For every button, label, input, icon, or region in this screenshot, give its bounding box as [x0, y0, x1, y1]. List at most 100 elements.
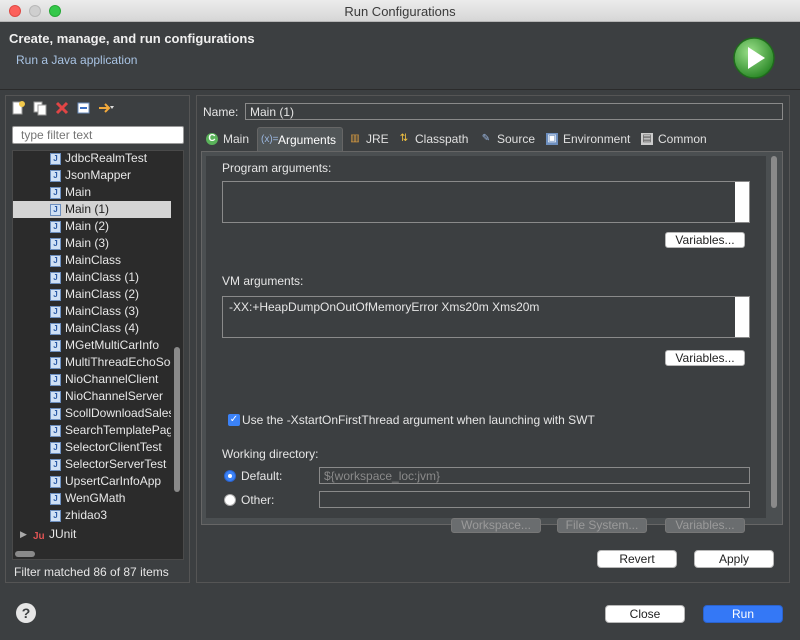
tree-scroll-thumb[interactable]: [174, 347, 180, 492]
tree-item[interactable]: J UpsertCarInfoApp: [13, 473, 171, 490]
configuration-list-panel: JJdbcRealmTestJJsonMapperJMainJMain (1)J…: [5, 95, 190, 583]
new-config-icon[interactable]: [10, 100, 26, 116]
name-input[interactable]: [245, 103, 783, 120]
other-label: Other:: [241, 493, 275, 507]
java-app-icon: J: [50, 510, 61, 522]
revert-button[interactable]: Revert: [597, 550, 677, 568]
other-directory-field[interactable]: [319, 491, 750, 508]
tab-label: Arguments: [278, 133, 337, 147]
vm-arguments-value: -XX:+HeapDumpOnOutOfMemoryError Xms20m X…: [229, 300, 540, 314]
tree-item[interactable]: J WenGMath: [13, 490, 171, 507]
close-button[interactable]: Close: [605, 605, 685, 623]
java-app-icon: J: [50, 323, 61, 335]
file-system-button[interactable]: File System...: [557, 518, 647, 533]
tab-source[interactable]: ✎ Source: [477, 127, 539, 151]
java-app-icon: J: [50, 374, 61, 386]
java-app-icon: J: [50, 238, 61, 250]
textarea-scrollbar[interactable]: [735, 297, 749, 337]
java-app-icon: J: [50, 340, 61, 352]
jre-icon: ▥: [350, 133, 360, 144]
environment-icon: ▣: [546, 133, 558, 145]
tree-item[interactable]: J MainClass (4): [13, 320, 171, 337]
tree-item[interactable]: J Main: [13, 184, 171, 201]
java-app-icon: J: [50, 425, 61, 437]
java-app-icon: J: [50, 289, 61, 301]
tree-item-label: UpsertCarInfoApp: [65, 474, 162, 488]
expand-arrow-icon[interactable]: ▶: [20, 526, 27, 543]
tree-vertical-scrollbar[interactable]: [172, 152, 182, 557]
collapse-all-icon[interactable]: [76, 100, 92, 116]
tree-item[interactable]: J Main (2): [13, 218, 171, 235]
tree-item[interactable]: J SelectorServerTest: [13, 456, 171, 473]
java-app-icon: J: [50, 187, 61, 199]
swt-checkbox-label: Use the -XstartOnFirstThread argument wh…: [242, 413, 595, 427]
tab-common[interactable]: ▤ Common: [638, 127, 710, 151]
tree-item[interactable]: J MainClass: [13, 252, 171, 269]
tab-arguments[interactable]: (x)= Arguments: [257, 127, 343, 151]
header-title: Create, manage, and run configurations: [9, 31, 255, 46]
filter-dropdown-icon[interactable]: [98, 100, 114, 116]
vm-variables-button[interactable]: Variables...: [665, 350, 745, 366]
configuration-editor-panel: Name: C Main (x)= Arguments ▥ JRE ⇅ Clas…: [196, 95, 790, 583]
tree-item-label: Main (1): [65, 202, 110, 216]
tree-item-label: JUnit: [49, 527, 77, 541]
java-app-icon: J: [50, 306, 61, 318]
tree-horizontal-scrollbar[interactable]: [15, 551, 35, 557]
configuration-tree-items: J JdbcRealmTest J JsonMapper J Main J Main (1) J…: [13, 151, 171, 524]
tree-item[interactable]: Jzhidao3: [13, 507, 171, 524]
tree-item[interactable]: J MainClass (1): [13, 269, 171, 286]
other-radio[interactable]: [224, 494, 236, 506]
tab-jre[interactable]: ▥ JRE: [346, 127, 392, 151]
program-arguments-textarea[interactable]: [222, 181, 750, 223]
tree-item[interactable]: J MainClass (2): [13, 286, 171, 303]
tab-label: Environment: [563, 132, 631, 146]
content-vertical-scrollbar[interactable]: [770, 156, 778, 518]
default-radio[interactable]: [224, 470, 236, 482]
tab-label: JRE: [366, 132, 389, 146]
program-variables-button[interactable]: Variables...: [665, 232, 745, 248]
tree-item-label: MainClass (1): [65, 270, 140, 284]
vm-arguments-textarea[interactable]: -XX:+HeapDumpOnOutOfMemoryError Xms20m X…: [222, 296, 750, 338]
tree-item-label: Main (3): [65, 236, 110, 250]
tree-item[interactable]: J Main (3): [13, 235, 171, 252]
source-icon: ✎: [481, 133, 491, 144]
tab-environment[interactable]: ▣ Environment: [543, 127, 635, 151]
textarea-scrollbar[interactable]: [735, 182, 749, 222]
junit-icon: Ju: [33, 531, 45, 542]
tab-label: Source: [497, 132, 536, 146]
duplicate-icon[interactable]: [32, 100, 48, 116]
tree-item-label: WenGMath: [65, 491, 126, 505]
content-scroll-thumb[interactable]: [771, 156, 777, 508]
tree-item[interactable]: J NioChannelClient: [13, 371, 171, 388]
tree-item[interactable]: J SearchTemplatePage: [13, 422, 171, 439]
tree-item-label: SelectorServerTest: [65, 457, 167, 471]
workspace-button[interactable]: Workspace...: [451, 518, 541, 533]
apply-button[interactable]: Apply: [694, 550, 774, 568]
tree-item[interactable]: J MainClass (3): [13, 303, 171, 320]
help-icon[interactable]: ?: [16, 603, 36, 623]
directory-variables-button[interactable]: Variables...: [665, 518, 745, 533]
swt-checkbox[interactable]: ✓: [228, 414, 240, 426]
java-app-icon: J: [50, 204, 61, 216]
tree-item[interactable]: J SelectorClientTest: [13, 439, 171, 456]
tab-main[interactable]: C Main: [203, 127, 255, 151]
run-button[interactable]: Run: [703, 605, 783, 623]
tree-item-junit[interactable]: ▶ Ju JUnit: [13, 526, 171, 543]
delete-icon[interactable]: [54, 100, 70, 116]
tab-classpath[interactable]: ⇅ Classpath: [395, 127, 473, 151]
tree-item[interactable]: J MultiThreadEchoSoc: [13, 354, 171, 371]
tree-item[interactable]: J Main (1): [13, 201, 171, 218]
tree-item[interactable]: J NioChannelServer: [13, 388, 171, 405]
java-app-icon: J: [50, 408, 61, 420]
tree-item-label: MainClass (4): [65, 321, 140, 335]
tab-label: Classpath: [415, 132, 469, 146]
config-tabs: C Main (x)= Arguments ▥ JRE ⇅ Classpath …: [201, 127, 783, 151]
tree-item[interactable]: J ScollDownloadSales: [13, 405, 171, 422]
configuration-tree[interactable]: J JdbcRealmTest J JsonMapper J Main J Main (1) J…: [12, 150, 184, 560]
tree-item[interactable]: J JdbcRealmTest: [13, 151, 171, 167]
tree-item[interactable]: J JsonMapper: [13, 167, 171, 184]
tree-item[interactable]: J MGetMultiCarInfo: [13, 337, 171, 354]
tab-label: Common: [658, 132, 707, 146]
filter-status: Filter matched 86 of 87 items: [14, 565, 169, 579]
filter-input[interactable]: [12, 126, 184, 144]
